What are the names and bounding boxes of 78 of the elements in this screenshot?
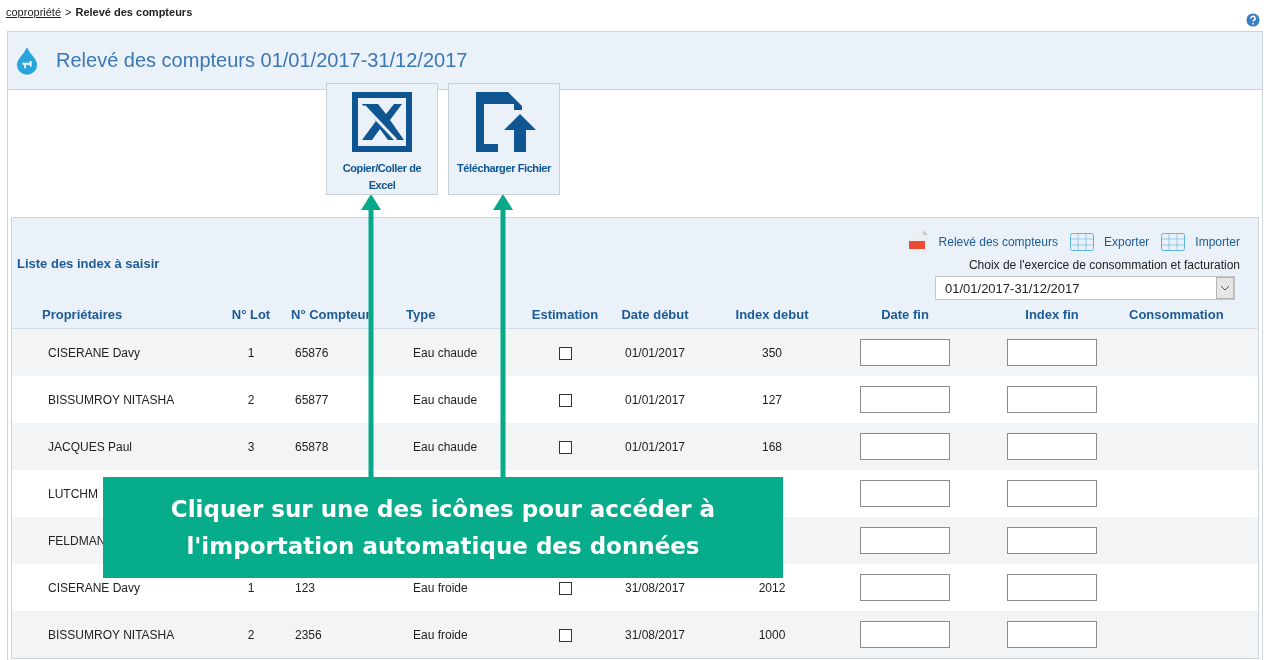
table-cell: 65877 xyxy=(295,392,329,407)
period-select[interactable]: 01/01/2017-31/12/2017 xyxy=(935,276,1235,300)
table-cell: 1 xyxy=(247,345,255,360)
table-cell: BISSUMROY NITASHA xyxy=(48,392,175,407)
table-cell: 168 xyxy=(762,439,782,454)
table-cell: 01/01/2017 xyxy=(624,392,686,407)
end-date-field[interactable] xyxy=(860,574,950,601)
column-header: N° Lot xyxy=(230,306,272,322)
end-index-field[interactable] xyxy=(1007,433,1097,460)
table-cell: CISERANE Davy xyxy=(48,580,141,595)
end-date-field[interactable] xyxy=(860,527,950,554)
end-index-field[interactable] xyxy=(1007,574,1097,601)
tool-link[interactable]: Importer xyxy=(1195,235,1240,249)
estimation-checkbox[interactable] xyxy=(558,346,572,360)
table-cell: Eau chaude xyxy=(413,392,478,407)
list-title: Liste des index à saisir xyxy=(16,254,161,271)
table-cell: 1 xyxy=(247,580,255,595)
table-cell: 127 xyxy=(762,392,782,407)
table-cell: Eau chaude xyxy=(413,345,478,360)
table-cell: 2356 xyxy=(295,627,322,642)
column-header: Estimation xyxy=(530,306,600,322)
end-index-field[interactable] xyxy=(1007,527,1097,554)
column-header: Propriétaires xyxy=(41,306,124,322)
table-cell: 2012 xyxy=(758,580,786,595)
help-icon[interactable] xyxy=(1246,13,1260,27)
table-cell: Eau chaude xyxy=(413,439,478,454)
table-cell: LUTCHM xyxy=(48,486,98,501)
end-index-field[interactable] xyxy=(1007,480,1097,507)
end-index-field[interactable] xyxy=(1007,339,1097,366)
table-cell: 123 xyxy=(295,580,316,595)
table-cell: 31/08/2017 xyxy=(624,627,686,642)
breadcrumb-link[interactable]: copropriété xyxy=(6,6,62,18)
breadcrumb-current: Relevé des compteurs xyxy=(75,6,193,18)
table-cell: 3 xyxy=(247,439,255,454)
table-cell: 65878 xyxy=(295,439,329,454)
action-button[interactable]: Copier/Coller de Excel xyxy=(326,83,438,195)
period-label: Choix de l'exercice de consommation et facturation xyxy=(968,258,1240,272)
column-header: Date début xyxy=(620,306,690,322)
table-cell: 2 xyxy=(247,392,255,407)
action-button[interactable]: Télécharger Fichier xyxy=(448,83,560,195)
table-cell: CISERANE Davy xyxy=(48,345,141,360)
spreadsheet-x-icon xyxy=(350,90,414,154)
column-header: Consommation xyxy=(1129,306,1225,322)
column-header: Index debut xyxy=(734,306,810,322)
end-date-field[interactable] xyxy=(860,621,950,648)
end-index-field[interactable] xyxy=(1007,386,1097,413)
table-cell: 01/01/2017 xyxy=(624,345,686,360)
table-cell: Eau froide xyxy=(413,580,468,595)
spreadsheet-grid-icon xyxy=(1161,233,1186,251)
column-header: Date fin xyxy=(880,306,930,322)
table-cell: BISSUMROY NITASHA xyxy=(48,627,175,642)
end-date-field[interactable] xyxy=(860,480,950,507)
caret-icon xyxy=(1216,277,1234,299)
table-cell: 2 xyxy=(247,627,255,642)
breadcrumb-separator: > xyxy=(65,6,72,18)
callout-text: Cliquer sur une des icônes pour accéder à l'importation automatique des données xyxy=(169,494,717,561)
water-drop-icon xyxy=(16,45,38,76)
table-cell: Eau froide xyxy=(413,627,468,642)
end-date-field[interactable] xyxy=(860,339,950,366)
estimation-checkbox[interactable] xyxy=(558,628,572,642)
end-index-field[interactable] xyxy=(1007,621,1097,648)
page-title: Relevé des compteurs 01/01/2017-31/12/2017 xyxy=(56,49,468,72)
estimation-checkbox[interactable] xyxy=(558,581,572,595)
table-cell: 01/01/2017 xyxy=(624,439,686,454)
estimation-checkbox[interactable] xyxy=(558,440,572,454)
table-cell: 1000 xyxy=(758,627,786,642)
table-cell: 350 xyxy=(762,345,782,360)
end-date-field[interactable] xyxy=(860,433,950,460)
estimation-checkbox[interactable] xyxy=(558,393,572,407)
pdf-file-icon xyxy=(908,230,929,254)
table-cell: 31/08/2017 xyxy=(624,580,686,595)
end-date-field[interactable] xyxy=(860,386,950,413)
table-cell: 65876 xyxy=(295,345,329,360)
tool-link[interactable]: Exporter xyxy=(1103,235,1150,249)
column-header: Type xyxy=(405,306,437,322)
table-cell: JACQUES Paul xyxy=(48,439,133,454)
spreadsheet-grid-icon xyxy=(1069,233,1094,251)
tool-link[interactable]: Relevé des compteurs xyxy=(938,235,1058,249)
